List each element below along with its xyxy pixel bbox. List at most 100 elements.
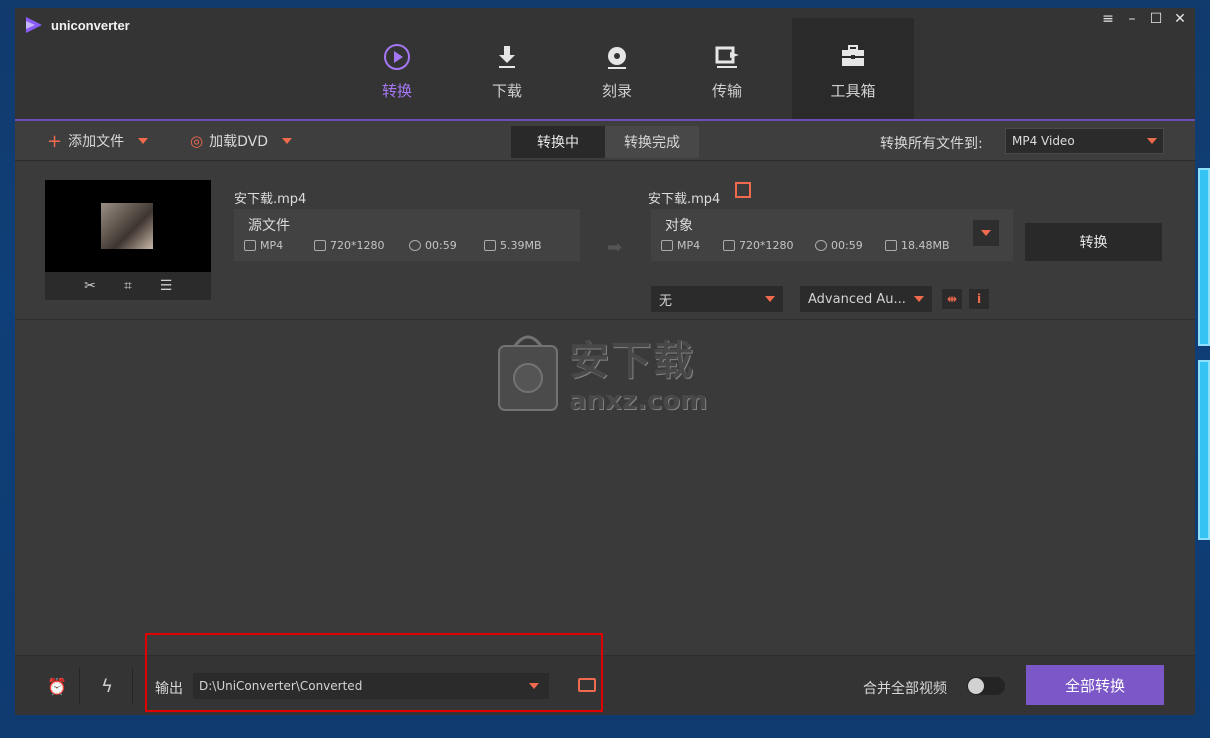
tab-toolbox-label: 工具箱 — [830, 82, 876, 100]
app-logo-icon — [26, 17, 42, 33]
app-window: uniconverter ≡ – ☐ ✕ 转换 下载 刻录 传输 工具箱 + 添… — [15, 8, 1195, 715]
tab-convert-label: 转换 — [381, 82, 412, 100]
source-format: MP4 — [244, 239, 283, 252]
lightning-icon[interactable]: ϟ — [95, 674, 119, 698]
watermark: 安下载 anxz.com — [497, 328, 707, 416]
watermark-bag-icon — [498, 335, 558, 411]
target-size-value: 18.48MB — [901, 239, 950, 252]
thumbnail-image — [101, 203, 153, 249]
source-title: 源文件 — [248, 218, 290, 234]
video-thumbnail[interactable] — [45, 180, 211, 272]
source-duration-value: 00:59 — [425, 239, 457, 252]
resize-icon — [723, 240, 735, 251]
subtitle-select[interactable]: 无 — [651, 286, 783, 312]
trim-icon[interactable]: ✂ — [82, 278, 98, 294]
divider — [132, 668, 133, 704]
target-format: MP4 — [661, 239, 700, 252]
convert-all-button[interactable]: 全部转换 — [1026, 665, 1164, 705]
source-info: 源文件 MP4 720*1280 00:59 5.39MB — [234, 209, 580, 261]
tab-burn[interactable]: 刻录 — [562, 18, 672, 120]
tab-transfer-label: 传输 — [711, 82, 742, 100]
watermark-text: 安下载 anxz.com — [569, 328, 707, 416]
source-resolution: 720*1280 — [314, 239, 385, 252]
tab-converting[interactable]: 转换中 — [511, 126, 605, 158]
audio-select-value: Advanced Au... — [808, 291, 906, 307]
target-settings-dropdown[interactable] — [973, 220, 999, 246]
chevron-down-icon — [765, 296, 775, 302]
convert-all-to-label: 转换所有文件到: — [880, 136, 983, 152]
source-size: 5.39MB — [484, 239, 542, 252]
title-bar: uniconverter ≡ – ☐ ✕ 转换 下载 刻录 传输 工具箱 — [15, 8, 1195, 122]
output-format-select[interactable]: MP4 Video — [1005, 128, 1164, 154]
chevron-down-icon[interactable] — [138, 138, 149, 144]
window-controls: ≡ – ☐ ✕ — [1101, 11, 1187, 27]
target-file-name: 安下载.mp4 — [648, 192, 721, 207]
chevron-down-icon — [981, 230, 991, 236]
brand: uniconverter — [25, 16, 130, 34]
source-size-value: 5.39MB — [500, 239, 542, 252]
load-dvd-label: 加载DVD — [209, 134, 268, 150]
toggle-knob — [968, 678, 984, 694]
dvd-icon: ◎ — [190, 132, 204, 150]
maximize-icon[interactable]: ☐ — [1149, 11, 1163, 27]
target-info: 对象 MP4 720*1280 00:59 18.48MB — [651, 209, 1013, 261]
output-format-value: MP4 Video — [1012, 134, 1075, 148]
watermark-cn: 安下载 — [569, 338, 695, 384]
divider — [79, 668, 80, 704]
film-icon — [244, 240, 256, 251]
bottom-bar: ⏰ ϟ 输出 D:\UniConverter\Converted 合并全部视频 … — [15, 633, 1195, 715]
tab-convert[interactable]: 转换 — [342, 18, 452, 122]
desktop-tile — [1198, 360, 1210, 540]
target-resolution-value: 720*1280 — [739, 239, 794, 252]
tab-download-label: 下载 — [491, 82, 522, 100]
folder-icon — [484, 240, 496, 251]
film-icon — [661, 240, 673, 251]
edit-icon[interactable] — [735, 182, 751, 198]
app-name: uniconverter — [51, 17, 130, 33]
tab-download[interactable]: 下载 — [452, 18, 562, 120]
load-dvd-button[interactable]: ◎ 加载DVD — [190, 121, 292, 161]
clock-icon — [409, 240, 421, 251]
watermark-en: anxz.com — [569, 386, 708, 416]
download-icon — [499, 46, 515, 68]
tab-toolbox[interactable]: 工具箱 — [792, 18, 914, 120]
add-files-button[interactable]: + 添加文件 — [47, 121, 149, 161]
tab-converted[interactable]: 转换完成 — [605, 126, 699, 158]
clock-icon — [815, 240, 827, 251]
info-icon[interactable]: i — [969, 289, 989, 309]
merge-split-icon[interactable]: ⇹ — [942, 289, 962, 309]
desktop-tile — [1198, 168, 1210, 346]
minimize-icon[interactable]: – — [1125, 11, 1139, 27]
target-duration: 00:59 — [815, 239, 863, 252]
subtitle-select-value: 无 — [659, 293, 673, 309]
target-title: 对象 — [665, 218, 693, 234]
target-size: 18.48MB — [885, 239, 950, 252]
merge-all-label: 合并全部视频 — [863, 681, 947, 697]
source-duration: 00:59 — [409, 239, 457, 252]
plus-icon: + — [47, 130, 63, 152]
file-item: ✂ ⌗ ☰ 安下载.mp4 源文件 MP4 720*1280 00:59 5.3… — [15, 162, 1195, 320]
crop-icon[interactable]: ⌗ — [120, 278, 136, 294]
thumbnail-tools: ✂ ⌗ ☰ — [45, 272, 211, 300]
menu-icon[interactable]: ≡ — [1101, 11, 1115, 27]
merge-all-toggle[interactable] — [967, 677, 1005, 695]
convert-status-tabs: 转换中 转换完成 — [511, 126, 699, 158]
transfer-icon — [715, 46, 739, 68]
tab-transfer[interactable]: 传输 — [672, 18, 782, 120]
arrow-right-icon: ➡ — [607, 237, 623, 258]
source-file-name: 安下载.mp4 — [234, 192, 307, 207]
alarm-clock-icon[interactable]: ⏰ — [45, 674, 69, 698]
target-format-value: MP4 — [677, 239, 701, 252]
effects-icon[interactable]: ☰ — [158, 278, 174, 294]
close-icon[interactable]: ✕ — [1173, 11, 1187, 27]
chevron-down-icon — [914, 296, 924, 302]
highlight-box — [145, 633, 603, 712]
source-format-value: MP4 — [260, 239, 284, 252]
audio-select[interactable]: Advanced Au... — [800, 286, 932, 312]
tab-burn-label: 刻录 — [601, 82, 632, 100]
convert-button[interactable]: 转换 — [1025, 223, 1162, 261]
toolbar: + 添加文件 ◎ 加载DVD 转换中 转换完成 转换所有文件到: MP4 Vid… — [15, 121, 1195, 161]
toolbox-icon — [842, 45, 864, 66]
chevron-down-icon[interactable] — [282, 138, 292, 144]
resize-icon — [314, 240, 326, 251]
